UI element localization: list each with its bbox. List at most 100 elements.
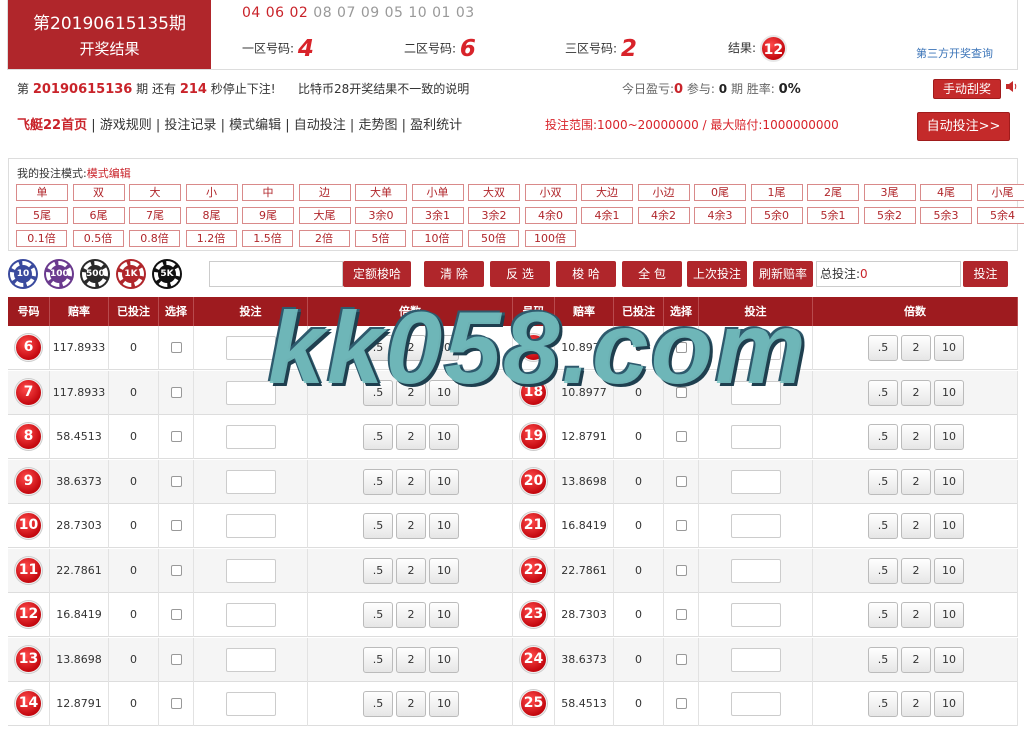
nav-records[interactable]: 投注记录 xyxy=(164,118,216,133)
multiplier-button[interactable]: 10 xyxy=(429,602,459,628)
mode-button[interactable]: 0尾 xyxy=(694,184,746,201)
multiplier-button[interactable]: .5 xyxy=(868,335,898,361)
mode-button[interactable]: 5倍 xyxy=(355,230,406,247)
mode-button[interactable]: 3余1 xyxy=(411,207,464,224)
bet-amount-input[interactable] xyxy=(226,336,276,360)
chip-1k[interactable]: 1K xyxy=(118,261,144,287)
multiplier-button[interactable]: .5 xyxy=(868,513,898,539)
submit-bet-button[interactable]: 投注 xyxy=(963,261,1008,287)
multiplier-button[interactable]: 10 xyxy=(429,691,459,717)
select-checkbox[interactable] xyxy=(171,475,182,487)
mode-button[interactable]: 大 xyxy=(129,184,181,201)
mode-button[interactable]: 5余4 xyxy=(976,207,1024,224)
multiplier-button[interactable]: 10 xyxy=(934,424,964,450)
chip-10[interactable]: 10 xyxy=(10,261,36,287)
multiplier-button[interactable]: 10 xyxy=(934,335,964,361)
multiplier-button[interactable]: 10 xyxy=(934,602,964,628)
multiplier-button[interactable]: .5 xyxy=(868,468,898,495)
fixed-amount-button[interactable]: 定额梭哈 xyxy=(343,261,411,287)
select-checkbox[interactable] xyxy=(171,609,182,620)
multiplier-button[interactable]: .5 xyxy=(363,691,393,717)
mode-button[interactable]: 2尾 xyxy=(807,184,859,201)
nav-auto-bet[interactable]: 自动投注 xyxy=(294,118,346,133)
multiplier-button[interactable]: 2 xyxy=(396,468,426,495)
mode-button[interactable]: 大双 xyxy=(468,184,520,201)
mode-button[interactable]: 5余0 xyxy=(750,207,803,224)
mode-button[interactable]: 5余2 xyxy=(863,207,916,224)
mode-button[interactable]: 0.8倍 xyxy=(129,230,180,247)
mode-button[interactable]: 小边 xyxy=(637,184,690,201)
mode-button[interactable]: 4余2 xyxy=(637,207,690,224)
mode-button[interactable]: 大尾 xyxy=(298,207,351,224)
nav-profit[interactable]: 盈利统计 xyxy=(410,118,462,133)
nav-rules[interactable]: 游戏规则 xyxy=(100,118,152,133)
allin-button[interactable]: 梭 哈 xyxy=(556,261,616,287)
multiplier-button[interactable]: 2 xyxy=(901,379,931,406)
clear-button[interactable]: 清 除 xyxy=(424,261,484,287)
select-checkbox[interactable] xyxy=(171,342,182,353)
multiplier-button[interactable]: .5 xyxy=(363,513,393,539)
mode-button[interactable]: 50倍 xyxy=(468,230,519,247)
select-checkbox[interactable] xyxy=(676,342,687,353)
notice-link[interactable]: 比特币28开奖结果不一致的说明 xyxy=(298,80,469,97)
bet-amount-input[interactable] xyxy=(731,558,781,583)
nav-mode-edit[interactable]: 模式编辑 xyxy=(229,118,281,133)
mode-button[interactable]: 3尾 xyxy=(863,184,916,201)
mode-button[interactable]: 3余2 xyxy=(468,207,520,224)
multiplier-button[interactable]: 2 xyxy=(901,513,931,539)
multiplier-button[interactable]: .5 xyxy=(363,468,393,495)
bet-amount-input[interactable] xyxy=(226,603,276,627)
mode-button[interactable]: 5余1 xyxy=(807,207,859,224)
multiplier-button[interactable]: 2 xyxy=(901,646,931,673)
bet-amount-input[interactable] xyxy=(731,469,781,494)
mode-button[interactable]: 4尾 xyxy=(920,184,972,201)
multiplier-button[interactable]: .5 xyxy=(363,424,393,450)
bet-amount-input[interactable] xyxy=(226,380,276,405)
modes-edit-link[interactable]: 模式编辑 xyxy=(87,167,131,180)
multiplier-button[interactable]: .5 xyxy=(868,424,898,450)
multiplier-button[interactable]: 10 xyxy=(429,557,459,584)
mode-button[interactable]: 小双 xyxy=(524,184,577,201)
fixed-amount-input[interactable] xyxy=(209,261,343,287)
select-checkbox[interactable] xyxy=(171,653,182,665)
mode-button[interactable]: 4余1 xyxy=(581,207,633,224)
multiplier-button[interactable]: 2 xyxy=(396,335,426,361)
mode-button[interactable]: 10倍 xyxy=(411,230,463,247)
mode-button[interactable]: 4余0 xyxy=(524,207,577,224)
mode-button[interactable]: 5尾 xyxy=(16,207,68,224)
mode-button[interactable]: 1.5倍 xyxy=(242,230,293,247)
mode-button[interactable]: 小尾 xyxy=(976,184,1024,201)
refresh-odds-button[interactable]: 刷新赔率 xyxy=(753,261,813,287)
mode-button[interactable]: 双 xyxy=(72,184,125,201)
multiplier-button[interactable]: 2 xyxy=(901,691,931,717)
mode-button[interactable]: 大单 xyxy=(355,184,407,201)
mode-button[interactable]: 单 xyxy=(16,184,68,201)
chip-100[interactable]: 100 xyxy=(46,261,72,287)
select-checkbox[interactable] xyxy=(676,475,687,487)
multiplier-button[interactable]: 2 xyxy=(901,424,931,450)
select-all-button[interactable]: 全 包 xyxy=(622,261,682,287)
multiplier-button[interactable]: .5 xyxy=(363,646,393,673)
chip-500[interactable]: 500 xyxy=(82,261,108,287)
select-checkbox[interactable] xyxy=(676,564,687,576)
mode-button[interactable]: 大边 xyxy=(581,184,633,201)
chip-5k[interactable]: 5K xyxy=(154,261,180,287)
mode-button[interactable]: 0.1倍 xyxy=(16,230,67,247)
mode-button[interactable]: 2倍 xyxy=(298,230,350,247)
multiplier-button[interactable]: .5 xyxy=(868,602,898,628)
multiplier-button[interactable]: .5 xyxy=(868,557,898,584)
mode-button[interactable]: 小 xyxy=(185,184,238,201)
invert-button[interactable]: 反 选 xyxy=(490,261,550,287)
multiplier-button[interactable]: 2 xyxy=(396,513,426,539)
bet-amount-input[interactable] xyxy=(731,380,781,405)
mode-button[interactable]: 小单 xyxy=(411,184,464,201)
select-checkbox[interactable] xyxy=(676,698,687,709)
multiplier-button[interactable]: 10 xyxy=(934,691,964,717)
select-checkbox[interactable] xyxy=(676,520,687,531)
last-bet-button[interactable]: 上次投注 xyxy=(687,261,747,287)
multiplier-button[interactable]: 10 xyxy=(429,646,459,673)
mode-button[interactable]: 5余3 xyxy=(920,207,972,224)
auto-bet-button[interactable]: 自动投注>> xyxy=(917,112,1010,141)
multiplier-button[interactable]: 2 xyxy=(396,424,426,450)
multiplier-button[interactable]: 10 xyxy=(934,646,964,673)
